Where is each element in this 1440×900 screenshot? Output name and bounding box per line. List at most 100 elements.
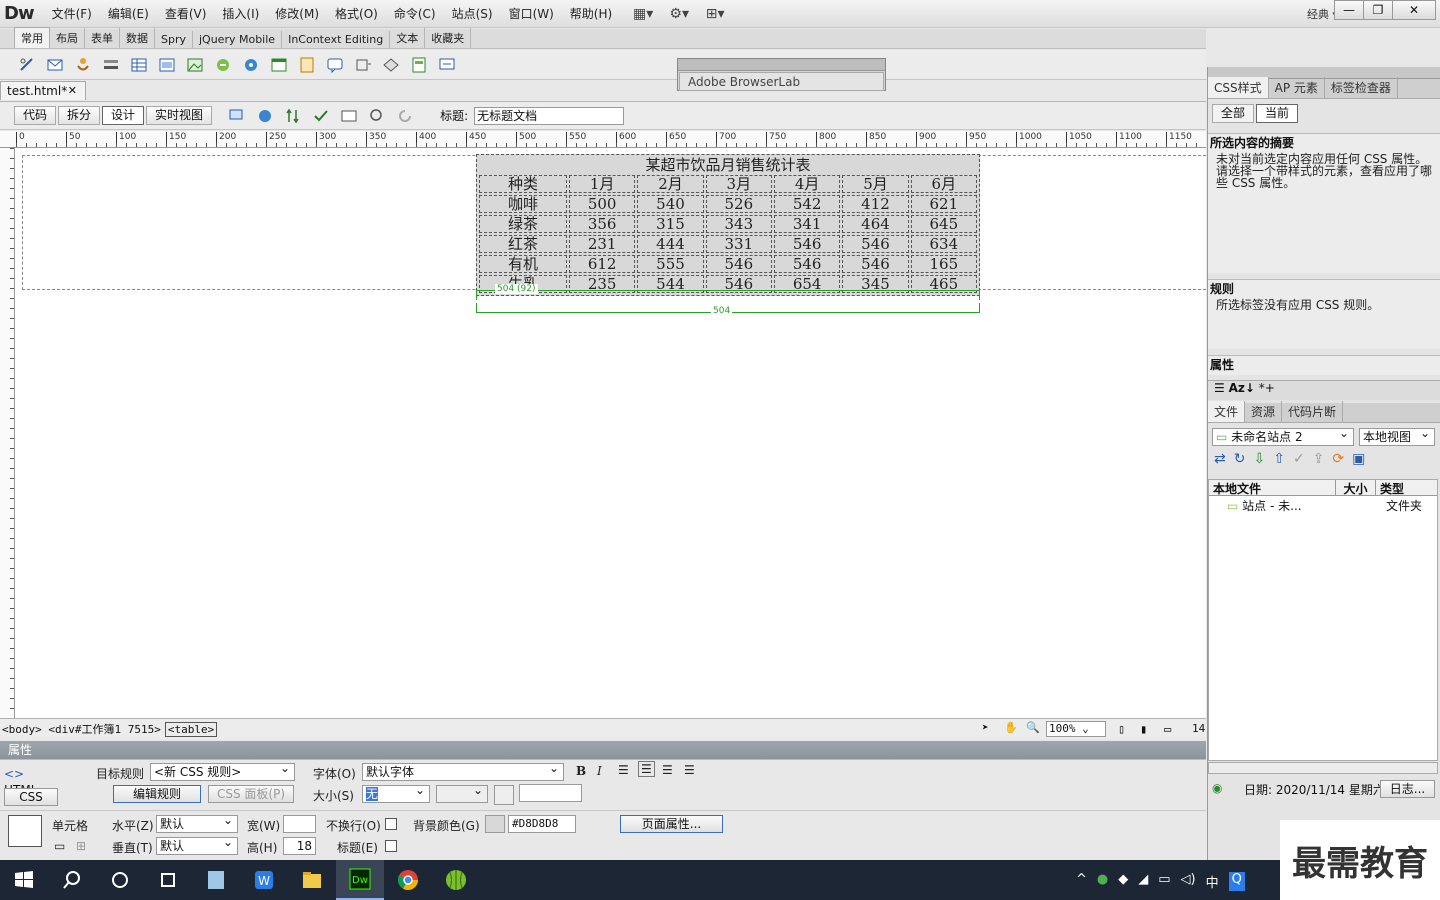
tab-incontext[interactable]: InContext Editing (282, 31, 391, 48)
table-cell[interactable]: 634 (910, 235, 977, 253)
wechat-icon[interactable]: ● (1097, 872, 1108, 891)
width-input[interactable] (283, 815, 316, 833)
menu-help[interactable]: 帮助(H) (562, 0, 620, 28)
put-files-icon[interactable]: ⇧ (1273, 451, 1285, 471)
tab-common[interactable]: 常用 (14, 27, 50, 48)
tab-forms[interactable]: 表单 (85, 28, 120, 48)
file-explorer-app-icon[interactable] (288, 860, 336, 900)
mode-current-button[interactable]: 当前 (1256, 104, 1299, 123)
html-mode-button[interactable]: <> HTML (4, 766, 58, 797)
check-out-icon[interactable]: ✓ (1293, 451, 1305, 471)
table-cell[interactable]: 绿茶 (479, 215, 567, 233)
sales-table[interactable]: 某超市饮品月销售统计表 种类 1月 2月 3月 4月 5月 6月 咖啡 500 540 526 542 4… (476, 154, 980, 296)
bg-color-picker[interactable] (485, 815, 505, 833)
gear-icon[interactable]: ⚙▾ (666, 4, 692, 24)
expand-icon[interactable]: ▣ (1352, 451, 1365, 471)
zoom-tool-icon[interactable]: 🔍 (1026, 721, 1040, 734)
menu-insert[interactable]: 插入(I) (214, 0, 267, 28)
menu-site[interactable]: 站点(S) (444, 0, 501, 28)
wps-writer-app-icon[interactable]: W (240, 860, 288, 900)
document-title-input[interactable]: 无标题文档 (474, 106, 625, 125)
layout-icon[interactable]: ▦▾ (630, 4, 656, 24)
close-icon[interactable]: ✕ (68, 82, 77, 100)
tab-jquery-mobile[interactable]: jQuery Mobile (193, 31, 283, 48)
edit-rule-button[interactable]: 编辑规则 (113, 785, 201, 803)
table-cell[interactable]: 464 (842, 215, 909, 233)
tab-tag-inspector[interactable]: 标签检查器 (1325, 77, 1398, 98)
table-cell[interactable]: 165 (910, 255, 977, 273)
table-cell[interactable]: 546 (773, 235, 841, 253)
merge-cells-icon[interactable]: ▭ (54, 839, 65, 853)
task-view-icon[interactable] (144, 860, 192, 900)
named-anchor-icon[interactable] (72, 54, 94, 76)
widget-icon[interactable] (240, 54, 262, 76)
tab-ap-elements[interactable]: AP 元素 (1269, 77, 1325, 98)
media-icon[interactable] (212, 54, 234, 76)
w3c-validation-icon[interactable] (310, 105, 332, 127)
hyperlink-icon[interactable] (16, 54, 38, 76)
split-cell-icon[interactable]: ⊞ (76, 839, 86, 853)
table-cell[interactable]: 612 (569, 255, 636, 273)
table-header-cell[interactable]: 2月 (637, 175, 704, 193)
dreamweaver-app-icon[interactable]: Dw (336, 860, 384, 900)
image-icon[interactable] (184, 54, 206, 76)
comment-icon[interactable] (324, 54, 346, 76)
table-cell[interactable]: 540 (637, 195, 704, 213)
tablet-size-icon[interactable]: ▮ (1140, 722, 1147, 736)
table-cell[interactable]: 341 (773, 215, 841, 233)
table-cell[interactable]: 546 (705, 255, 772, 273)
inspect-icon[interactable] (366, 105, 388, 127)
table-cell[interactable]: 546 (842, 255, 909, 273)
menu-window[interactable]: 窗口(W) (501, 0, 562, 28)
files-hscrollbar[interactable] (1208, 762, 1438, 774)
close-button[interactable]: ✕ (1392, 0, 1436, 20)
file-management-icon[interactable] (282, 105, 304, 127)
site-select[interactable]: ▭ 未命名站点 2 (1212, 425, 1354, 446)
col-local-files[interactable]: 本地文件 (1209, 480, 1336, 496)
refresh-icon[interactable]: ↻ (1234, 451, 1246, 471)
table-cell[interactable]: 444 (637, 235, 704, 253)
chrome-app-icon[interactable] (384, 860, 432, 900)
script-icon[interactable] (380, 54, 402, 76)
sync-icon[interactable]: ⟳ (1332, 451, 1344, 471)
connect-icon[interactable]: ⇄ (1214, 451, 1226, 471)
header-checkbox[interactable] (385, 840, 397, 852)
network-icon[interactable]: ▭ (1158, 872, 1170, 891)
div-icon[interactable] (156, 54, 178, 76)
target-rule-select[interactable]: <新 CSS 规则> (150, 760, 295, 781)
chevron-up-icon[interactable]: ^ (1076, 872, 1087, 891)
template-icon[interactable] (408, 54, 430, 76)
size-unit-select[interactable] (436, 782, 488, 803)
get-files-icon[interactable]: ⇩ (1253, 451, 1265, 471)
category-view-icon[interactable]: ☰ (1214, 381, 1225, 395)
table-header-cell[interactable]: 3月 (705, 175, 772, 193)
table-cell[interactable]: 546 (773, 255, 841, 273)
table-cell[interactable]: 343 (705, 215, 772, 233)
tag-selector-table[interactable]: <table> (164, 721, 218, 737)
tab-assets[interactable]: 资源 (1245, 401, 1283, 422)
align-right-icon[interactable]: ☰ (662, 763, 673, 777)
menu-edit[interactable]: 编辑(E) (100, 0, 157, 28)
minimize-button[interactable]: — (1334, 0, 1364, 20)
menu-file[interactable]: 文件(F) (44, 0, 100, 28)
head-icon[interactable] (352, 54, 374, 76)
tab-spry[interactable]: Spry (155, 31, 193, 48)
browserlab-header[interactable] (678, 59, 885, 71)
cortana-icon[interactable] (96, 860, 144, 900)
bg-color-input[interactable]: #D8D8D8 (508, 815, 576, 833)
table-cell[interactable]: 咖啡 (479, 195, 567, 213)
alpha-sort-icon[interactable]: Az↓ (1229, 381, 1255, 395)
align-left-icon[interactable]: ☰ (618, 763, 629, 777)
refresh-icon[interactable] (394, 105, 416, 127)
text-color-input[interactable] (519, 784, 582, 802)
notification-bell-icon[interactable]: ◢ (1138, 872, 1148, 891)
melon-app-icon[interactable] (432, 860, 480, 900)
table-cell[interactable]: 315 (637, 215, 704, 233)
table-caption[interactable]: 某超市饮品月销售统计表 (479, 157, 977, 173)
page-properties-button[interactable]: 页面属性... (620, 815, 723, 833)
file-row[interactable]: ▭ 站点 - 未... 文件夹 (1209, 496, 1437, 513)
window-size-icon[interactable]: ▯ (1118, 722, 1125, 736)
mode-all-button[interactable]: 全部 (1212, 104, 1255, 123)
date-icon[interactable] (268, 54, 290, 76)
desktop-size-icon[interactable]: ▭ (1164, 722, 1171, 736)
